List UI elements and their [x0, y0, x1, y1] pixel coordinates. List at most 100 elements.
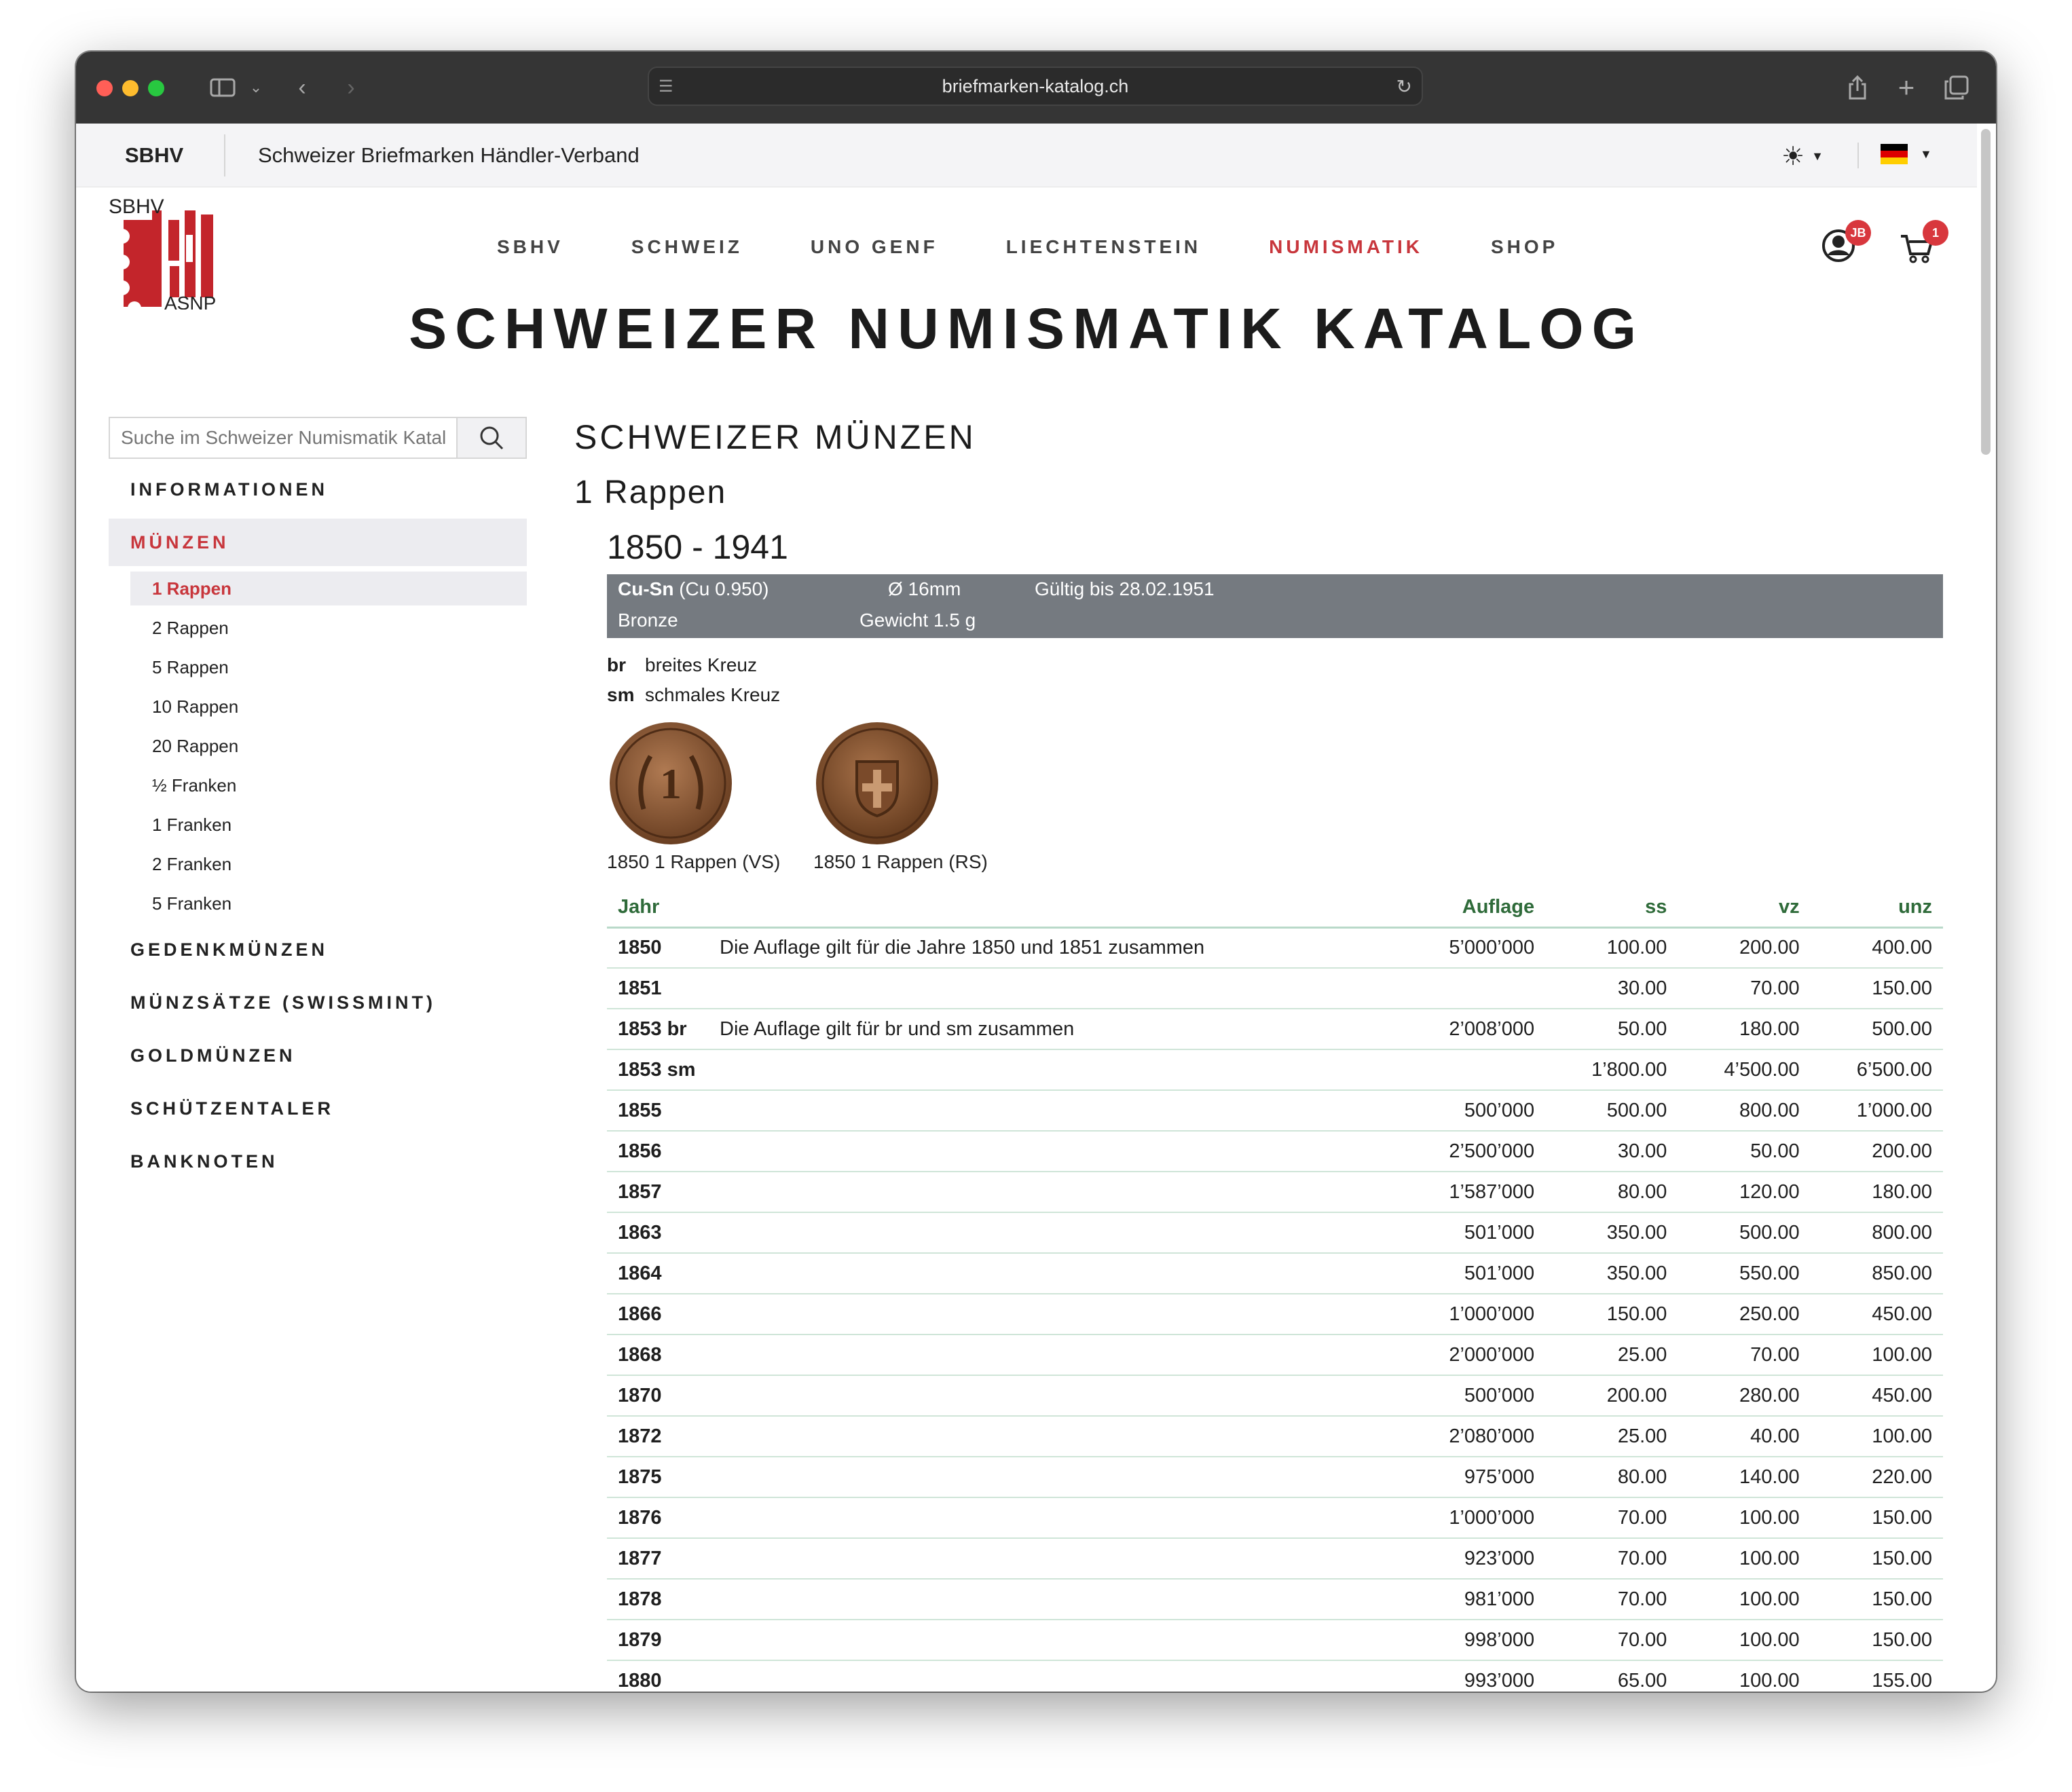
cell-note: [709, 1294, 1400, 1335]
cell-ss: 100.00: [1545, 927, 1678, 969]
cell-vz: 280.00: [1678, 1375, 1811, 1417]
sidebar-item-muenzsaetze[interactable]: MÜNZSÄTZE (SWISSMINT): [109, 976, 527, 1029]
cell-ss: 200.00: [1545, 1375, 1678, 1417]
cell-note: [709, 1660, 1400, 1692]
page-title: SCHWEIZER NUMISMATIK KATALOG: [409, 297, 1644, 360]
cell-unz: 220.00: [1810, 1457, 1943, 1498]
cell-unz: 1’000.00: [1810, 1090, 1943, 1132]
cell-unz: 150.00: [1810, 1620, 1943, 1661]
sidebar-subitem-2-rappen[interactable]: 2 Rappen: [109, 608, 527, 648]
sidebar-item-goldmuenzen[interactable]: GOLDMÜNZEN: [109, 1029, 527, 1082]
forward-icon[interactable]: ›: [341, 72, 361, 103]
tab-overview-icon[interactable]: [1942, 72, 1972, 103]
nav-uno-genf[interactable]: UNO GENF: [811, 236, 938, 258]
sidebar-subitem-1-rappen[interactable]: 1 Rappen: [130, 572, 527, 605]
browser-toolbar: ⌄ ‹ › ☰ briefmarken-katalog.ch ↻ +: [76, 52, 1996, 124]
cell-year: 1875: [607, 1457, 709, 1498]
back-icon[interactable]: ‹: [292, 72, 312, 103]
minimize-window-button[interactable]: [122, 80, 138, 96]
table-row: 1877 923’000 70.00 100.00 150.00: [607, 1538, 1943, 1580]
address-bar[interactable]: ☰ briefmarken-katalog.ch ↻: [648, 67, 1423, 106]
sidebar-subitem-20-rappen[interactable]: 20 Rappen: [109, 726, 527, 766]
scrollbar[interactable]: [1981, 129, 1991, 455]
cell-vz: 550.00: [1678, 1253, 1811, 1294]
cell-auflage: 1’000’000: [1399, 1294, 1546, 1335]
cell-ss: 65.00: [1545, 1660, 1678, 1692]
cell-year: 1879: [607, 1620, 709, 1661]
svg-text:1: 1: [660, 760, 682, 808]
cell-year: 1855: [607, 1090, 709, 1132]
logo-top-text: SBHV: [109, 195, 164, 218]
table-row: 1878 981’000 70.00 100.00 150.00: [607, 1579, 1943, 1620]
sidebar-subitem-2-franken[interactable]: 2 Franken: [109, 844, 527, 884]
close-window-button[interactable]: [96, 80, 113, 96]
sidebar: INFORMATIONEN MÜNZEN 1 Rappen 2 Rappen 5…: [109, 463, 527, 1188]
legend-text: schmales Kreuz: [645, 684, 781, 705]
cell-unz: 150.00: [1810, 1538, 1943, 1580]
sidebar-item-muenzen[interactable]: MÜNZEN: [109, 519, 527, 566]
cell-auflage: 501’000: [1399, 1253, 1546, 1294]
sidebar-item-gedenkmuenzen[interactable]: GEDENKMÜNZEN: [109, 923, 527, 976]
coin-reverse-icon[interactable]: [815, 721, 940, 846]
topbar-brand[interactable]: SBHV: [125, 143, 183, 168]
nav-numismatik[interactable]: NUMISMATIK: [1269, 236, 1423, 258]
cell-vz: 100.00: [1678, 1538, 1811, 1580]
table-row: 1872 2’080’000 25.00 40.00 100.00: [607, 1416, 1943, 1457]
share-icon[interactable]: [1844, 72, 1871, 103]
search-icon: [480, 426, 504, 450]
reload-icon[interactable]: ↻: [1396, 75, 1412, 98]
table-row: 1876 1’000’000 70.00 100.00 150.00: [607, 1497, 1943, 1539]
table-header-row: Jahr Auflage ss vz unz: [607, 888, 1943, 929]
cell-year: 1868: [607, 1334, 709, 1376]
account-button[interactable]: JB: [1821, 220, 1871, 263]
sidebar-subitem-5-rappen[interactable]: 5 Rappen: [109, 648, 527, 687]
search-button[interactable]: [456, 418, 525, 458]
nav-schweiz[interactable]: SCHWEIZ: [631, 236, 743, 258]
sidebar-subitem-half-franken[interactable]: ½ Franken: [109, 766, 527, 805]
material-label: Bronze: [618, 610, 678, 631]
col-header-notes: [709, 888, 1400, 929]
sidebar-item-informationen[interactable]: INFORMATIONEN: [109, 463, 527, 516]
cell-ss: 70.00: [1545, 1579, 1678, 1620]
table-body: 1850 Die Auflage gilt für die Jahre 1850 …: [607, 927, 1943, 1692]
table-row: 1879 998’000 70.00 100.00 150.00: [607, 1620, 1943, 1661]
cell-auflage: 1’000’000: [1399, 1497, 1546, 1539]
coin-obverse-icon[interactable]: 1: [608, 721, 733, 846]
language-selector[interactable]: ▼: [1881, 144, 1932, 164]
cell-year: 1876: [607, 1497, 709, 1539]
cell-unz: 200.00: [1810, 1131, 1943, 1172]
cell-year: 1850: [607, 927, 709, 969]
page-settings-icon[interactable]: ☰: [659, 77, 673, 96]
abbreviation-legend: br breites Kreuz sm schmales Kreuz: [607, 650, 1959, 710]
web-page: SBHV Schweizer Briefmarken Händler-Verba…: [76, 124, 1977, 1692]
sidebar-subitem-10-rappen[interactable]: 10 Rappen: [109, 687, 527, 726]
maximize-window-button[interactable]: [148, 80, 164, 96]
cell-auflage: 500’000: [1399, 1375, 1546, 1417]
sidebar-toggle-icon[interactable]: [208, 72, 238, 103]
cell-vz: 800.00: [1678, 1090, 1811, 1132]
table-row: 1851 30.00 70.00 150.00: [607, 968, 1943, 1009]
sbhv-logo[interactable]: SBHV ASNP: [107, 194, 223, 310]
cell-year: 1870: [607, 1375, 709, 1417]
table-row: 1856 2’500’000 30.00 50.00 200.00: [607, 1131, 1943, 1172]
cell-year: 1866: [607, 1294, 709, 1335]
cart-button[interactable]: 1: [1900, 220, 1948, 265]
sidebar-subitem-1-franken[interactable]: 1 Franken: [109, 805, 527, 844]
sidebar-subitem-5-franken[interactable]: 5 Franken: [109, 884, 527, 923]
chevron-down-icon[interactable]: ⌄: [248, 72, 263, 103]
nav-liechtenstein[interactable]: LIECHTENSTEIN: [1006, 236, 1201, 258]
cell-auflage: [1399, 1049, 1546, 1091]
catalog-table: Jahr Auflage ss vz unz 1850 Die Auflage g…: [607, 888, 1943, 1692]
sidebar-item-schuetzentaler[interactable]: SCHÜTZENTALER: [109, 1082, 527, 1135]
nav-sbhv[interactable]: SBHV: [497, 236, 563, 258]
cell-ss: 80.00: [1545, 1172, 1678, 1213]
nav-shop[interactable]: SHOP: [1491, 236, 1558, 258]
theme-toggle[interactable]: ☀ ▼: [1781, 141, 1824, 172]
new-tab-icon[interactable]: +: [1893, 71, 1920, 103]
col-header-ss: ss: [1545, 888, 1678, 929]
search-input[interactable]: [110, 418, 456, 458]
legend-text: breites Kreuz: [645, 654, 757, 675]
cell-ss: 150.00: [1545, 1294, 1678, 1335]
sidebar-item-banknoten[interactable]: BANKNOTEN: [109, 1135, 527, 1188]
cell-unz: 180.00: [1810, 1172, 1943, 1213]
